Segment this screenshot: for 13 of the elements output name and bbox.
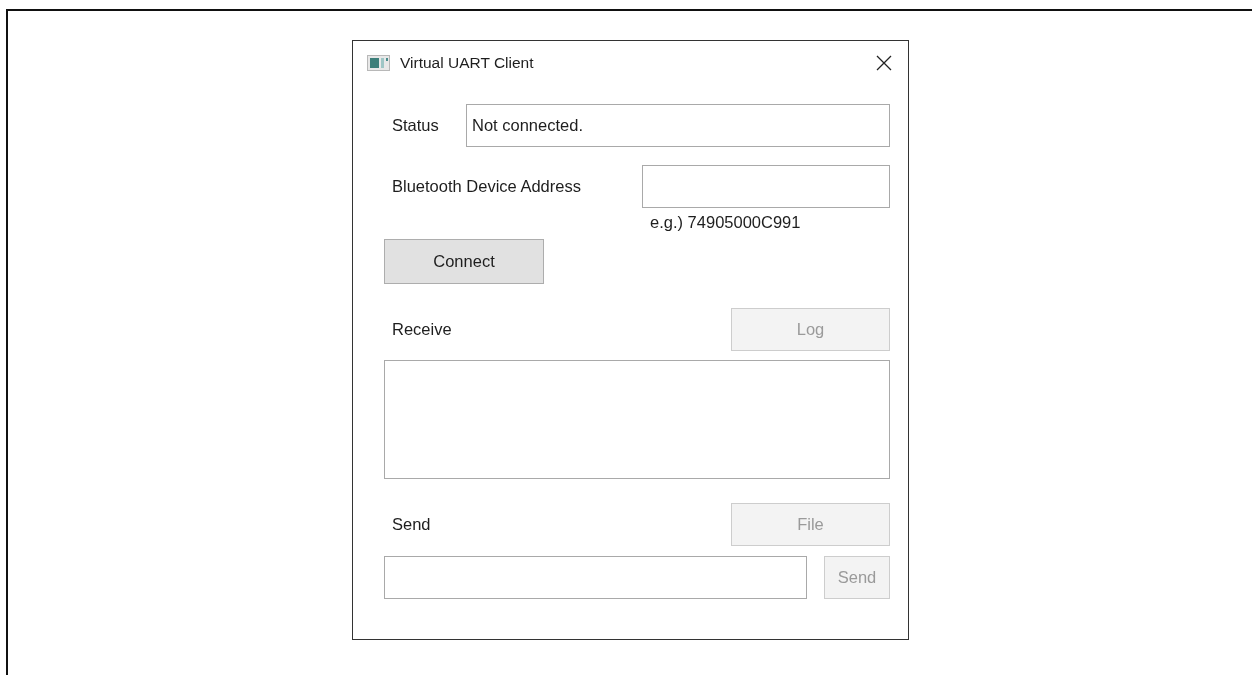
- status-field[interactable]: Not connected.: [466, 104, 890, 147]
- send-field[interactable]: [384, 556, 807, 599]
- send-label: Send: [392, 515, 431, 534]
- address-label: Bluetooth Device Address: [392, 177, 581, 196]
- receive-label: Receive: [392, 320, 452, 339]
- app-icon: [367, 55, 390, 71]
- address-field[interactable]: [642, 165, 890, 208]
- receive-area[interactable]: [384, 360, 890, 479]
- address-hint: e.g.) 74905000C991: [650, 212, 801, 233]
- close-icon[interactable]: [876, 55, 892, 71]
- connect-button[interactable]: Connect: [384, 239, 544, 284]
- status-label: Status: [392, 116, 440, 135]
- window-title: Virtual UART Client: [400, 54, 535, 72]
